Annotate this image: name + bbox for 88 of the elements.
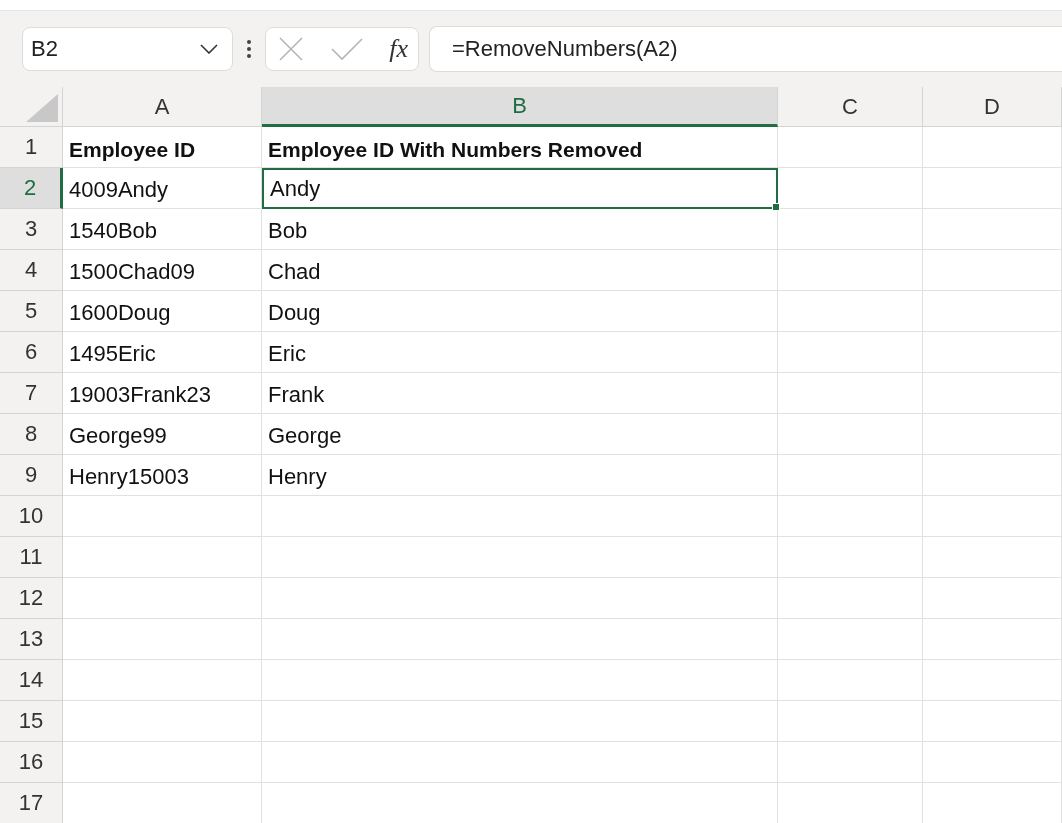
row-header[interactable]: 11 [0, 537, 63, 578]
row-header[interactable]: 16 [0, 742, 63, 783]
row-header[interactable]: 9 [0, 455, 63, 496]
row-header[interactable]: 5 [0, 291, 63, 332]
empty-cell[interactable] [778, 619, 923, 660]
row-header[interactable]: 17 [0, 783, 63, 823]
column-header[interactable]: B [262, 87, 778, 127]
empty-cell[interactable] [923, 619, 1062, 660]
empty-cell[interactable] [923, 127, 1062, 168]
row-header[interactable]: 4 [0, 250, 63, 291]
empty-cell[interactable] [923, 537, 1062, 578]
table-cell: 1495Eric [63, 332, 262, 373]
empty-cell[interactable] [262, 701, 778, 742]
row-header[interactable]: 2 [0, 168, 63, 209]
empty-cell[interactable] [778, 496, 923, 537]
row-header[interactable]: 8 [0, 414, 63, 455]
row-header[interactable]: 14 [0, 660, 63, 701]
table-cell: 1500Chad09 [63, 250, 262, 291]
row-header[interactable]: 12 [0, 578, 63, 619]
table-cell: 19003Frank23 [63, 373, 262, 414]
empty-cell[interactable] [923, 414, 1062, 455]
table-cell: Henry [262, 455, 778, 496]
empty-cell[interactable] [778, 291, 923, 332]
empty-cell[interactable] [923, 332, 1062, 373]
empty-cell[interactable] [778, 455, 923, 496]
header-cell: Employee ID With Numbers Removed [262, 127, 778, 168]
cell-reference: B2 [31, 36, 58, 62]
more-options-icon[interactable] [247, 39, 251, 59]
column-header[interactable]: D [923, 87, 1062, 127]
empty-cell[interactable] [778, 742, 923, 783]
select-all-corner[interactable] [0, 87, 63, 127]
empty-cell[interactable] [923, 291, 1062, 332]
empty-cell[interactable] [262, 742, 778, 783]
empty-cell[interactable] [262, 496, 778, 537]
empty-cell[interactable] [778, 414, 923, 455]
empty-cell[interactable] [778, 168, 923, 209]
empty-cell[interactable] [262, 537, 778, 578]
row-header[interactable]: 3 [0, 209, 63, 250]
empty-cell[interactable] [778, 209, 923, 250]
table-cell: 4009Andy [63, 168, 262, 209]
table-cell: Frank [262, 373, 778, 414]
empty-cell[interactable] [778, 578, 923, 619]
name-box[interactable]: B2 [22, 27, 233, 71]
row-header[interactable]: 7 [0, 373, 63, 414]
empty-cell[interactable] [778, 660, 923, 701]
empty-cell[interactable] [923, 373, 1062, 414]
select-all-icon[interactable] [26, 94, 58, 122]
empty-cell[interactable] [923, 701, 1062, 742]
empty-cell[interactable] [262, 578, 778, 619]
empty-cell[interactable] [778, 537, 923, 578]
empty-cell[interactable] [923, 168, 1062, 209]
table-cell: George [262, 414, 778, 455]
empty-cell[interactable] [923, 496, 1062, 537]
check-icon[interactable] [330, 37, 363, 61]
table-cell: Doug [262, 291, 778, 332]
insert-function-button[interactable]: fx [389, 34, 408, 64]
column-header[interactable]: A [63, 87, 262, 127]
empty-cell[interactable] [778, 127, 923, 168]
row-header[interactable]: 6 [0, 332, 63, 373]
empty-cell[interactable] [923, 742, 1062, 783]
empty-cell[interactable] [923, 455, 1062, 496]
empty-cell[interactable] [923, 250, 1062, 291]
empty-cell[interactable] [923, 578, 1062, 619]
formula-field[interactable]: =RemoveNumbers(A2) [429, 26, 1062, 72]
row-header[interactable]: 15 [0, 701, 63, 742]
column-header[interactable]: C [778, 87, 923, 127]
empty-cell[interactable] [778, 373, 923, 414]
caret-icon[interactable] [200, 44, 218, 54]
table-cell: 1600Doug [63, 291, 262, 332]
empty-cell[interactable] [262, 660, 778, 701]
table-cell: Henry15003 [63, 455, 262, 496]
table-cell: 1540Bob [63, 209, 262, 250]
row-header[interactable]: 1 [0, 127, 63, 168]
active-cell[interactable]: Andy [262, 168, 778, 209]
empty-cell[interactable] [778, 701, 923, 742]
table-cell: Bob [262, 209, 778, 250]
row-header[interactable]: 13 [0, 619, 63, 660]
table-cell: Eric [262, 332, 778, 373]
empty-cell[interactable] [923, 209, 1062, 250]
empty-cell[interactable] [778, 332, 923, 373]
table-cell: Chad [262, 250, 778, 291]
cancel-icon[interactable] [278, 36, 304, 62]
row-header[interactable]: 10 [0, 496, 63, 537]
table-cell: George99 [63, 414, 262, 455]
header-cell: Employee ID [63, 127, 262, 168]
empty-cell[interactable] [778, 250, 923, 291]
empty-cell[interactable] [262, 619, 778, 660]
empty-cell[interactable] [923, 660, 1062, 701]
